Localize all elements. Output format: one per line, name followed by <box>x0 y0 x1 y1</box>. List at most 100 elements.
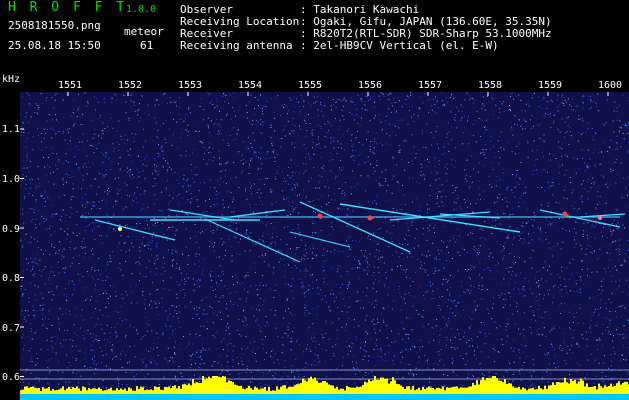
noise-pixel <box>488 213 490 215</box>
x-tick-1556: 1556 <box>358 80 383 91</box>
noise-pixel <box>297 224 299 226</box>
noise-pixel <box>413 384 415 386</box>
noise-pixel <box>50 266 52 268</box>
noise-pixel <box>218 110 220 112</box>
noise-pixel <box>218 355 220 357</box>
noise-pixel <box>600 299 602 301</box>
noise-pixel <box>386 325 388 327</box>
noise-pixel <box>464 127 465 129</box>
noise-pixel <box>70 93 72 95</box>
app-version: 1.0.0 <box>126 4 157 15</box>
noise-pixel <box>303 376 305 378</box>
noise-pixel <box>305 169 307 171</box>
noise-pixel <box>249 165 251 167</box>
noise-pixel <box>395 111 397 113</box>
noise-pixel <box>51 215 53 217</box>
noise-pixel <box>625 359 627 361</box>
noise-pixel <box>560 284 562 286</box>
noise-pixel <box>557 94 559 96</box>
noise-pixel <box>304 120 306 122</box>
noise-pixel <box>23 167 25 169</box>
noise-pixel <box>428 209 430 211</box>
noise-pixel <box>252 348 254 350</box>
noise-pixel <box>500 295 502 297</box>
noise-pixel <box>266 225 268 227</box>
noise-pixel <box>255 204 257 206</box>
noise-pixel <box>618 251 620 253</box>
noise-pixel <box>306 305 308 307</box>
noise-pixel <box>424 298 426 300</box>
noise-pixel <box>254 262 256 264</box>
noise-pixel <box>195 363 197 365</box>
noise-pixel <box>308 200 310 202</box>
noise-pixel <box>58 383 60 385</box>
noise-pixel <box>547 381 549 383</box>
noise-pixel <box>36 362 38 364</box>
noise-pixel <box>311 337 313 339</box>
noise-pixel <box>615 142 617 143</box>
noise-pixel <box>368 210 370 212</box>
noise-pixel <box>314 354 316 356</box>
noise-pixel <box>345 330 347 331</box>
noise-pixel <box>194 181 196 183</box>
noise-pixel <box>101 386 103 388</box>
noise-pixel <box>26 167 28 169</box>
app-title: H R O F F T <box>8 0 128 15</box>
noise-pixel <box>415 197 417 199</box>
noise-pixel <box>144 245 145 247</box>
noise-pixel <box>97 118 98 120</box>
noise-pixel <box>552 223 554 225</box>
noise-pixel <box>252 211 254 213</box>
noise-pixel <box>241 172 242 174</box>
noise-pixel <box>51 97 53 99</box>
noise-pixel <box>477 377 479 378</box>
noise-pixel <box>410 348 411 350</box>
noise-pixel <box>558 141 560 143</box>
noise-pixel <box>588 331 590 333</box>
noise-pixel <box>119 262 121 264</box>
noise-pixel <box>287 329 289 331</box>
noise-pixel <box>102 198 104 200</box>
noise-pixel <box>616 143 618 145</box>
noise-pixel <box>128 249 130 251</box>
noise-pixel <box>369 253 371 255</box>
noise-pixel <box>270 238 272 240</box>
noise-pixel <box>533 170 535 171</box>
noise-pixel <box>404 169 406 171</box>
noise-pixel <box>350 342 352 344</box>
noise-pixel <box>258 309 260 311</box>
noise-pixel <box>37 246 39 248</box>
noise-pixel <box>101 130 103 132</box>
noise-pixel <box>324 105 326 107</box>
noise-pixel <box>153 342 155 344</box>
noise-pixel <box>379 261 381 263</box>
noise-pixel <box>164 93 166 94</box>
noise-pixel <box>162 166 164 168</box>
noise-pixel <box>470 325 472 327</box>
noise-pixel <box>299 278 301 280</box>
noise-pixel <box>379 227 381 229</box>
noise-pixel <box>436 288 438 290</box>
noise-pixel <box>615 292 617 294</box>
noise-pixel <box>600 307 602 309</box>
noise-pixel <box>104 338 106 340</box>
noise-pixel <box>85 287 87 289</box>
noise-pixel <box>460 355 462 357</box>
noise-pixel <box>524 192 526 194</box>
noise-pixel <box>310 350 312 352</box>
noise-pixel <box>202 338 204 340</box>
noise-pixel <box>34 332 36 334</box>
noise-pixel <box>282 344 284 346</box>
noise-pixel <box>581 334 583 336</box>
noise-pixel <box>330 124 332 126</box>
noise-pixel <box>559 345 561 347</box>
noise-pixel <box>431 327 433 329</box>
noise-pixel <box>303 254 305 256</box>
noise-pixel <box>246 198 248 200</box>
noise-pixel <box>426 360 428 362</box>
noise-pixel <box>500 231 502 233</box>
noise-pixel <box>83 319 84 321</box>
noise-pixel <box>78 254 80 256</box>
noise-pixel <box>203 275 205 276</box>
noise-pixel <box>130 95 132 96</box>
